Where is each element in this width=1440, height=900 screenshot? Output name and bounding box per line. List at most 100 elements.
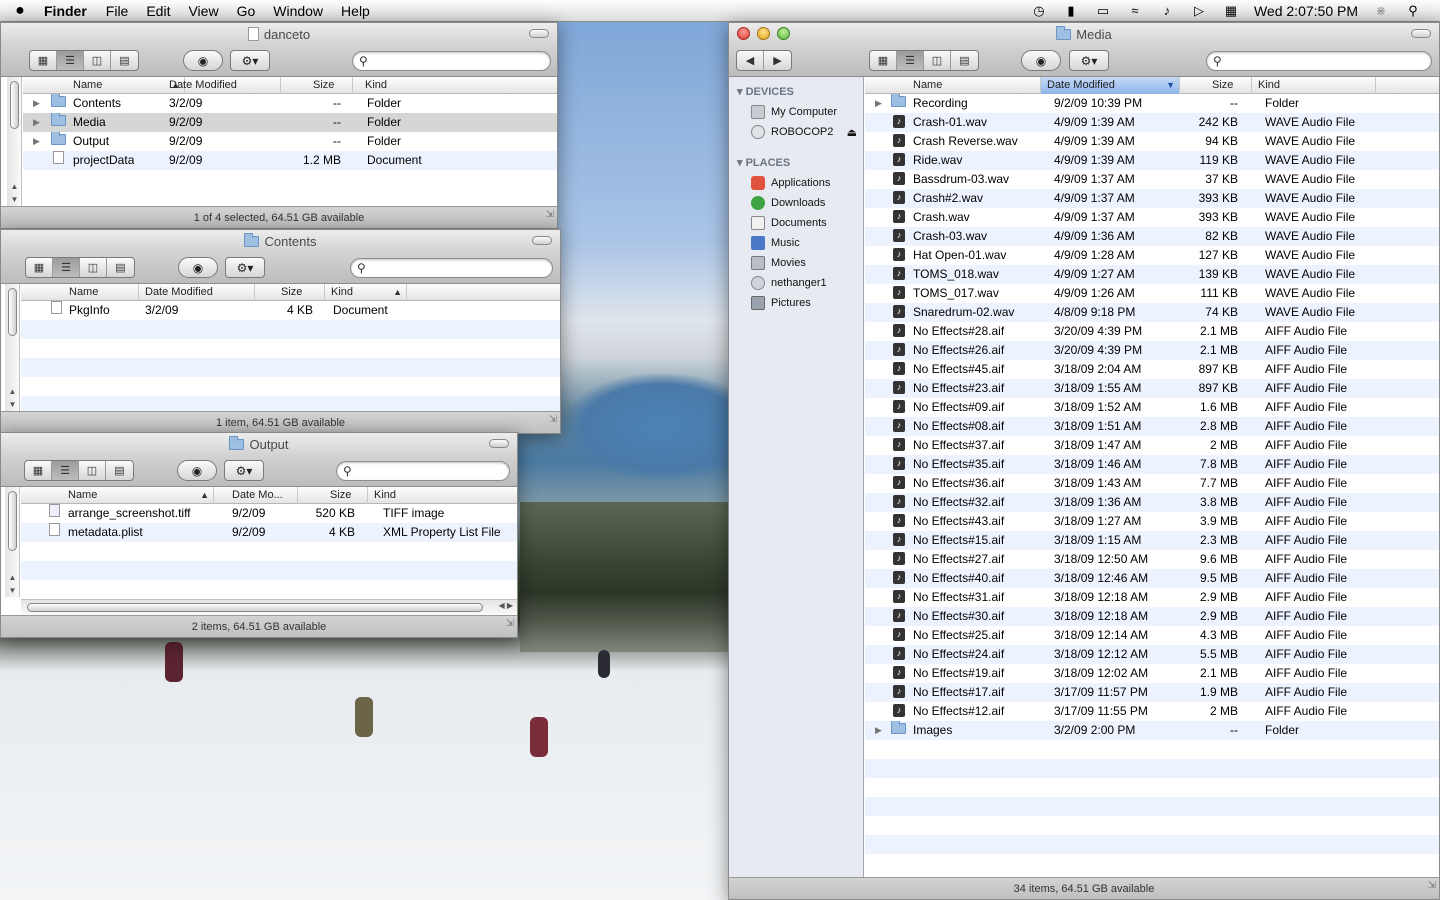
menu-view[interactable]: View xyxy=(179,3,227,19)
scroll-arrows[interactable]: ▲ ▼ xyxy=(5,571,20,597)
column-name[interactable]: Name xyxy=(63,284,139,301)
column-view-button[interactable]: ◫ xyxy=(80,258,107,277)
sidebar-item-robocop2[interactable]: ROBOCOP2 ⏏ xyxy=(729,122,863,142)
column-date-modified[interactable]: Date Modified ▼ xyxy=(1041,77,1180,94)
zoom-button[interactable] xyxy=(777,27,790,40)
search-input[interactable] xyxy=(365,262,552,274)
list-item[interactable]: PkgInfo 3/2/09 4 KB Document xyxy=(21,301,560,320)
display-icon[interactable]: ▭ xyxy=(1094,3,1112,19)
list-view-button[interactable]: ☰ xyxy=(897,51,924,70)
list-item[interactable]: arrange_screenshot.tiff 9/2/09 520 KB TI… xyxy=(21,504,517,523)
eject-icon[interactable]: ⏏ xyxy=(847,126,857,139)
sidebar-item-home[interactable]: nethanger1 xyxy=(729,273,863,293)
back-button[interactable]: ◀ xyxy=(737,51,764,70)
quicklook-button[interactable]: ◉ xyxy=(183,50,223,71)
resize-grip-icon[interactable]: ⇲ xyxy=(549,409,557,431)
forward-button[interactable]: ▶ xyxy=(764,51,791,70)
sidebar-item-movies[interactable]: Movies xyxy=(729,253,863,273)
vertical-scrollbar[interactable]: ▲ ▼ xyxy=(7,77,22,206)
scroll-thumb[interactable] xyxy=(8,491,17,551)
list-item[interactable]: ♪ No Effects#09.aif 3/18/09 1:52 AM 1.6 MB A… xyxy=(865,398,1439,417)
icon-view-button[interactable]: ▦ xyxy=(870,51,897,70)
action-menu-button[interactable]: ⚙▾ xyxy=(225,257,265,278)
action-menu-button[interactable]: ⚙▾ xyxy=(1069,50,1109,71)
list-item[interactable]: ♪ No Effects#36.aif 3/18/09 1:43 AM 7.7 MB A… xyxy=(865,474,1439,493)
list-item[interactable]: ▶ Images 3/2/09 2:00 PM -- Folder xyxy=(865,721,1439,740)
calendar-icon[interactable]: ▦ xyxy=(1222,3,1240,19)
list-item[interactable]: ♪ No Effects#27.aif 3/18/09 12:50 AM 9.6 MB… xyxy=(865,550,1439,569)
volume-icon[interactable]: ♪ xyxy=(1158,3,1176,18)
column-kind[interactable]: Kind ▲ xyxy=(325,284,407,301)
menu-file[interactable]: File xyxy=(97,3,138,19)
list-item[interactable]: ♪ Bassdrum-03.wav 4/9/09 1:37 AM 37 KB WAVE … xyxy=(865,170,1439,189)
resize-grip-icon[interactable]: ⇲ xyxy=(546,204,554,226)
list-item[interactable]: ♪ Snaredrum-02.wav 4/8/09 9:18 PM 74 KB WAVE… xyxy=(865,303,1439,322)
column-name[interactable]: Name xyxy=(907,77,1041,94)
list-item[interactable]: ▶ Output 9/2/09 -- Folder xyxy=(23,132,557,151)
list-item[interactable]: ♪ No Effects#24.aif 3/18/09 12:12 AM 5.5 MB… xyxy=(865,645,1439,664)
column-kind[interactable]: Kind xyxy=(359,77,557,94)
horizontal-scrollbar[interactable]: ◀ ▶ xyxy=(21,599,517,615)
coverflow-view-button[interactable]: ▤ xyxy=(111,51,138,70)
window-titlebar[interactable]: danceto xyxy=(1,23,557,45)
list-item[interactable]: ♪ Ride.wav 4/9/09 1:39 AM 119 KB WAVE Audio … xyxy=(865,151,1439,170)
list-item[interactable]: ♪ No Effects#15.aif 3/18/09 1:15 AM 2.3 MB A… xyxy=(865,531,1439,550)
list-item[interactable]: ♪ No Effects#43.aif 3/18/09 1:27 AM 3.9 MB A… xyxy=(865,512,1439,531)
list-item[interactable]: ♪ No Effects#28.aif 3/20/09 4:39 PM 2.1 MB A… xyxy=(865,322,1439,341)
column-size[interactable]: Size xyxy=(255,284,325,301)
sidebar-item-music[interactable]: Music xyxy=(729,233,863,253)
column-view-button[interactable]: ◫ xyxy=(924,51,951,70)
menu-go[interactable]: Go xyxy=(228,3,265,19)
toolbar-toggle-button[interactable] xyxy=(529,29,549,38)
list-item[interactable]: ♪ No Effects#08.aif 3/18/09 1:51 AM 2.8 MB A… xyxy=(865,417,1439,436)
battery-meter-icon[interactable]: ▮ xyxy=(1062,3,1080,19)
list-item[interactable]: ♪ TOMS_018.wav 4/9/09 1:27 AM 139 KB WAVE Au… xyxy=(865,265,1439,284)
search-input[interactable] xyxy=(367,55,550,67)
list-item[interactable]: ▶ Recording 9/2/09 10:39 PM -- Folder xyxy=(865,94,1439,113)
list-item-selected[interactable]: ▶ Media 9/2/09 -- Folder xyxy=(23,113,557,132)
list-item[interactable]: ♪ No Effects#23.aif 3/18/09 1:55 AM 897 KB A… xyxy=(865,379,1439,398)
scroll-arrows[interactable]: ▲ ▼ xyxy=(7,180,22,206)
scroll-thumb[interactable] xyxy=(10,81,19,129)
list-item[interactable]: metadata.plist 9/2/09 4 KB XML Property … xyxy=(21,523,517,542)
icon-view-button[interactable]: ▦ xyxy=(26,258,53,277)
search-field[interactable]: ⚲ xyxy=(350,258,553,278)
list-item[interactable]: ♪ Crash#2.wav 4/9/09 1:37 AM 393 KB WAVE Aud… xyxy=(865,189,1439,208)
list-view-button[interactable]: ☰ xyxy=(57,51,84,70)
action-menu-button[interactable]: ⚙▾ xyxy=(230,50,270,71)
scroll-thumb[interactable] xyxy=(8,288,17,336)
disclosure-triangle-icon[interactable]: ▶ xyxy=(33,132,40,151)
column-view-button[interactable]: ◫ xyxy=(84,51,111,70)
list-item[interactable]: ♪ Crash.wav 4/9/09 1:37 AM 393 KB WAVE Audio… xyxy=(865,208,1439,227)
list-item[interactable]: ♪ No Effects#26.aif 3/20/09 4:39 PM 2.1 MB A… xyxy=(865,341,1439,360)
vertical-scrollbar[interactable]: ▲ ▼ xyxy=(5,284,20,411)
list-item[interactable]: ♪ No Effects#37.aif 3/18/09 1:47 AM 2 MB AIF… xyxy=(865,436,1439,455)
icon-view-button[interactable]: ▦ xyxy=(30,51,57,70)
column-view-button[interactable]: ◫ xyxy=(79,461,106,480)
disclosure-triangle-icon[interactable]: ▶ xyxy=(33,94,40,113)
search-field[interactable]: ⚲ xyxy=(1206,51,1432,71)
list-item[interactable]: ♪ No Effects#19.aif 3/18/09 12:02 AM 2.1 MB… xyxy=(865,664,1439,683)
column-date-modified[interactable]: Date Modified xyxy=(163,77,281,94)
window-titlebar[interactable]: Media xyxy=(729,23,1439,45)
list-item[interactable]: ♪ No Effects#45.aif 3/18/09 2:04 AM 897 KB A… xyxy=(865,360,1439,379)
list-item[interactable]: ♪ No Effects#12.aif 3/17/09 11:55 PM 2 MB AI… xyxy=(865,702,1439,721)
search-field[interactable]: ⚲ xyxy=(352,51,551,71)
column-date-modified[interactable]: Date Modified xyxy=(139,284,255,301)
menu-app-name[interactable]: Finder xyxy=(40,3,97,19)
action-menu-button[interactable]: ⚙▾ xyxy=(224,460,264,481)
column-kind[interactable]: Kind xyxy=(1252,77,1376,94)
list-view-button[interactable]: ☰ xyxy=(53,258,80,277)
toolbar-toggle-button[interactable] xyxy=(532,236,552,245)
list-item[interactable]: ♪ No Effects#30.aif 3/18/09 12:18 AM 2.9 MB… xyxy=(865,607,1439,626)
column-size[interactable]: Size xyxy=(1180,77,1252,94)
vertical-scrollbar[interactable]: ▲ ▼ xyxy=(5,487,20,597)
close-button[interactable] xyxy=(737,27,750,40)
search-input[interactable] xyxy=(1221,55,1431,67)
scroll-arrows[interactable]: ▲ ▼ xyxy=(5,385,20,411)
time-machine-icon[interactable]: ◷ xyxy=(1030,3,1048,19)
list-item[interactable]: ▶ Contents 3/2/09 -- Folder xyxy=(23,94,557,113)
column-size[interactable]: Size xyxy=(281,77,353,94)
quicklook-button[interactable]: ◉ xyxy=(177,460,217,481)
list-item[interactable]: ♪ Crash Reverse.wav 4/9/09 1:39 AM 94 KB WAV… xyxy=(865,132,1439,151)
